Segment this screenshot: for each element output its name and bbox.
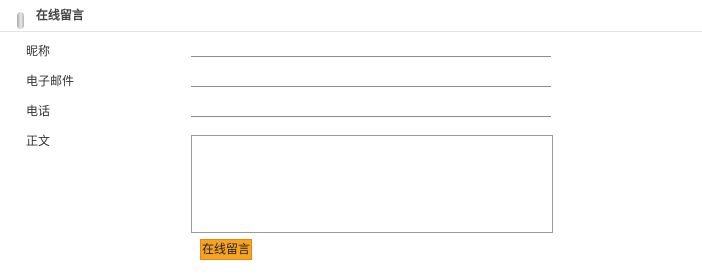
nickname-label: 昵称 [26, 44, 51, 58]
email-label: 电子邮件 [26, 74, 75, 88]
phone-label: 电话 [26, 104, 51, 118]
body-textarea[interactable] [191, 135, 553, 233]
panel-title: 在线留言 [36, 8, 85, 22]
nickname-input[interactable] [191, 38, 551, 57]
body-label: 正文 [26, 134, 51, 148]
phone-input[interactable] [191, 98, 551, 117]
header-bullet-icon [17, 12, 24, 29]
submit-button[interactable]: 在线留言 [200, 239, 253, 260]
panel-header: 在线留言 [0, 0, 702, 32]
email-input[interactable] [191, 68, 551, 87]
